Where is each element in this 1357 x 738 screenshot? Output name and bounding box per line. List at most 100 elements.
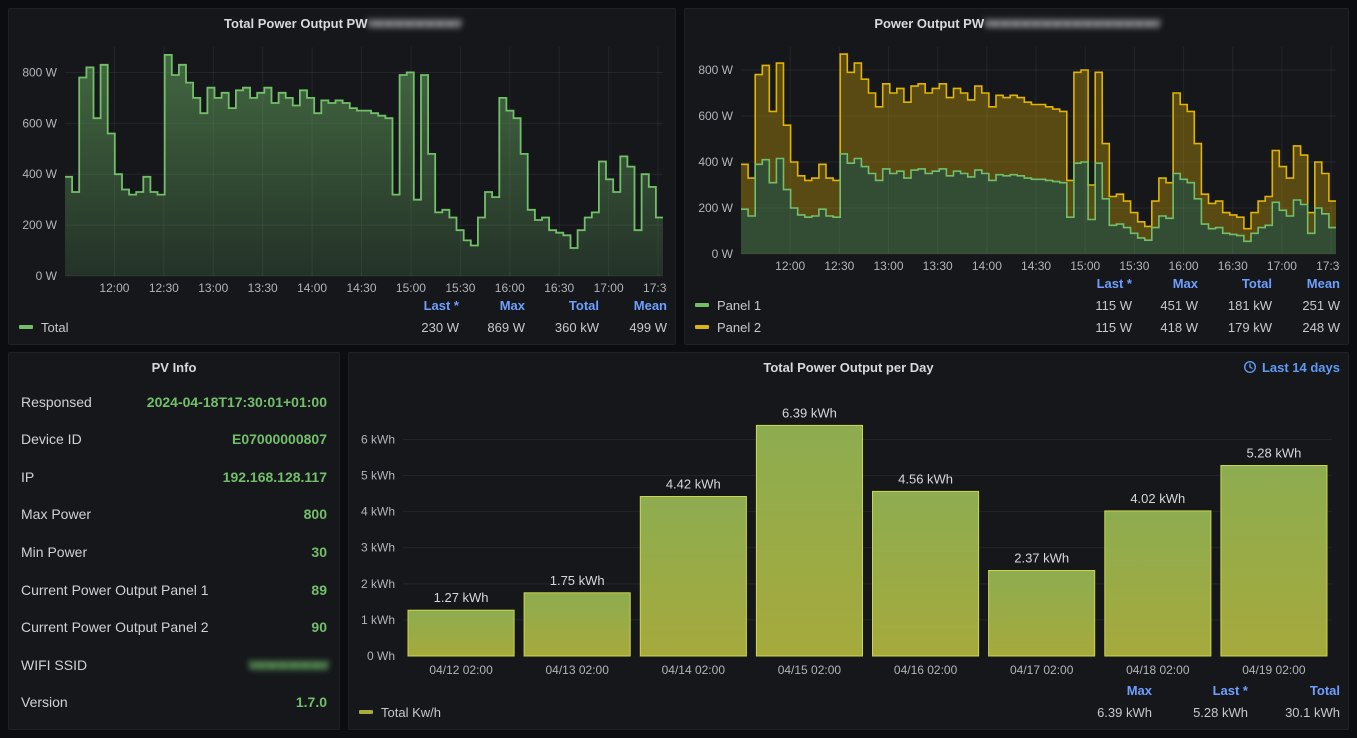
time-range-picker[interactable]: Last 14 days — [1243, 353, 1340, 381]
panel-title-redacted: WWWWWWWWW — [368, 16, 460, 31]
kv-value-redacted: WWWWWWW — [249, 657, 328, 673]
kv-label: IP — [21, 469, 34, 485]
stat-header-last[interactable]: Last * — [389, 298, 459, 313]
panel-title-text: Power Output PW — [874, 16, 984, 31]
panel-title-text: PV Info — [152, 360, 197, 375]
stat-header-total[interactable]: Total — [1248, 683, 1340, 698]
svg-text:04/18 02:00: 04/18 02:00 — [1126, 663, 1190, 677]
svg-text:15:30: 15:30 — [445, 281, 475, 293]
stat-total: 181 kW — [1198, 298, 1272, 313]
panel-title-text: Total Power Output per Day — [763, 360, 933, 375]
panel-power-split-header[interactable]: Power Output PWWWWWWWWWWWWWWWWWW — [685, 9, 1348, 37]
stat-header-last[interactable]: Last * — [1152, 683, 1248, 698]
kv-row-responsed: Responsed 2024-04-18T17:30:01+01:00 — [21, 383, 327, 421]
legend-item-panel1[interactable]: Panel 1 — [695, 298, 1062, 313]
kv-row-version: Version 1.7.0 — [21, 684, 327, 722]
stat-header-max[interactable]: Max — [1132, 276, 1198, 291]
svg-text:13:30: 13:30 — [923, 259, 953, 271]
power-split-legend: Last * Max Total Mean Panel 1 115 W 451 … — [685, 271, 1348, 344]
total-power-legend: Last * Max Total Mean Total 230 W 869 W … — [9, 293, 675, 344]
stat-last: 115 W — [1062, 320, 1132, 335]
svg-text:16:30: 16:30 — [1218, 259, 1248, 271]
kv-row-current-panel1: Current Power Output Panel 1 89 — [21, 571, 327, 609]
svg-text:17:30: 17:30 — [643, 281, 667, 293]
power-split-chart[interactable]: 0 W200 W400 W600 W800 W12:0012:3013:0013… — [685, 37, 1348, 271]
kv-row-ip: IP 192.168.128.117 — [21, 458, 327, 496]
svg-text:12:00: 12:00 — [775, 259, 805, 271]
stat-header-max[interactable]: Max — [459, 298, 525, 313]
clock-icon — [1243, 360, 1257, 374]
svg-text:13:00: 13:00 — [198, 281, 228, 293]
daily-output-legend: Max Last * Total Total Kw/h 6.39 kWh 5.2… — [349, 678, 1348, 729]
panel-title: Power Output PWWWWWWWWWWWWWWWWWW — [874, 16, 1158, 31]
time-range-label: Last 14 days — [1262, 360, 1340, 375]
svg-text:14:00: 14:00 — [972, 259, 1002, 271]
panel-daily-output: Total Power Output per Day Last 14 days … — [348, 352, 1349, 730]
stat-mean: 251 W — [1272, 298, 1340, 313]
panel-daily-header[interactable]: Total Power Output per Day Last 14 days — [349, 353, 1348, 381]
kv-value: 1.7.0 — [296, 694, 327, 710]
stat-max: 451 W — [1132, 298, 1198, 313]
svg-text:14:00: 14:00 — [297, 281, 327, 293]
svg-text:04/13 02:00: 04/13 02:00 — [545, 663, 609, 677]
series-color-marker — [695, 325, 709, 329]
kv-label: Min Power — [21, 544, 87, 560]
stat-header-total[interactable]: Total — [525, 298, 599, 313]
stat-total: 179 kW — [1198, 320, 1272, 335]
series-color-marker — [695, 303, 709, 307]
stat-header-last[interactable]: Last * — [1062, 276, 1132, 291]
kv-label: Device ID — [21, 431, 82, 447]
panel-pv-info: PV Info Responsed 2024-04-18T17:30:01+01… — [8, 352, 340, 730]
kv-row-wifi-ssid: WIFI SSID WWWWWWW — [21, 646, 327, 684]
legend-item-panel2[interactable]: Panel 2 — [695, 320, 1062, 335]
stat-last: 115 W — [1062, 298, 1132, 313]
stat-total: 360 kW — [525, 320, 599, 335]
svg-text:4 kWh: 4 kWh — [361, 505, 395, 519]
legend-item-total-kwh[interactable]: Total Kw/h — [359, 705, 1060, 720]
panel-title: Total Power Output PWWWWWWWWWW — [224, 16, 460, 31]
legend-row-total-kwh: Total Kw/h 6.39 kWh 5.28 kWh 30.1 kWh — [359, 701, 1340, 723]
svg-text:17:00: 17:00 — [594, 281, 624, 293]
svg-text:16:00: 16:00 — [1169, 259, 1199, 271]
stat-last: 230 W — [389, 320, 459, 335]
panel-total-power-header[interactable]: Total Power Output PWWWWWWWWWW — [9, 9, 675, 37]
panel-pv-info-header[interactable]: PV Info — [9, 353, 339, 381]
kv-value: 90 — [311, 619, 327, 635]
kv-value: 89 — [311, 582, 327, 598]
svg-text:0 Wh: 0 Wh — [367, 649, 395, 663]
svg-text:12:30: 12:30 — [149, 281, 179, 293]
svg-text:12:30: 12:30 — [824, 259, 854, 271]
svg-text:15:00: 15:00 — [1070, 259, 1100, 271]
svg-text:6.39 kWh: 6.39 kWh — [782, 405, 837, 420]
svg-text:600 W: 600 W — [22, 116, 57, 130]
stat-mean: 248 W — [1272, 320, 1340, 335]
kv-value: 30 — [311, 544, 327, 560]
stat-header-total[interactable]: Total — [1198, 276, 1272, 291]
stat-header-max[interactable]: Max — [1060, 683, 1152, 698]
stat-header-mean[interactable]: Mean — [1272, 276, 1340, 291]
svg-text:04/12 02:00: 04/12 02:00 — [429, 663, 493, 677]
svg-text:1.27 kWh: 1.27 kWh — [434, 590, 489, 605]
daily-output-chart[interactable]: 0 Wh1 kWh2 kWh3 kWh4 kWh5 kWh6 kWh1.27 k… — [349, 381, 1348, 678]
total-power-chart[interactable]: 0 W200 W400 W600 W800 W12:0012:3013:0013… — [9, 37, 675, 293]
stat-max: 6.39 kWh — [1060, 705, 1152, 720]
kv-label: Max Power — [21, 506, 91, 522]
series-color-marker — [19, 325, 33, 329]
svg-text:04/15 02:00: 04/15 02:00 — [778, 663, 842, 677]
svg-text:1.75 kWh: 1.75 kWh — [550, 573, 605, 588]
kv-row-current-panel2: Current Power Output Panel 2 90 — [21, 608, 327, 646]
svg-text:0 W: 0 W — [36, 269, 58, 283]
svg-text:16:30: 16:30 — [544, 281, 574, 293]
svg-text:6 kWh: 6 kWh — [361, 432, 395, 446]
legend-label: Total Kw/h — [381, 705, 441, 720]
stat-last: 5.28 kWh — [1152, 705, 1248, 720]
stat-header-mean[interactable]: Mean — [599, 298, 667, 313]
svg-text:13:30: 13:30 — [248, 281, 278, 293]
legend-label: Panel 1 — [717, 298, 761, 313]
legend-item-total[interactable]: Total — [19, 320, 389, 335]
svg-text:400 W: 400 W — [22, 167, 57, 181]
stat-max: 418 W — [1132, 320, 1198, 335]
svg-text:16:00: 16:00 — [495, 281, 525, 293]
svg-text:14:30: 14:30 — [347, 281, 377, 293]
svg-text:13:00: 13:00 — [874, 259, 904, 271]
